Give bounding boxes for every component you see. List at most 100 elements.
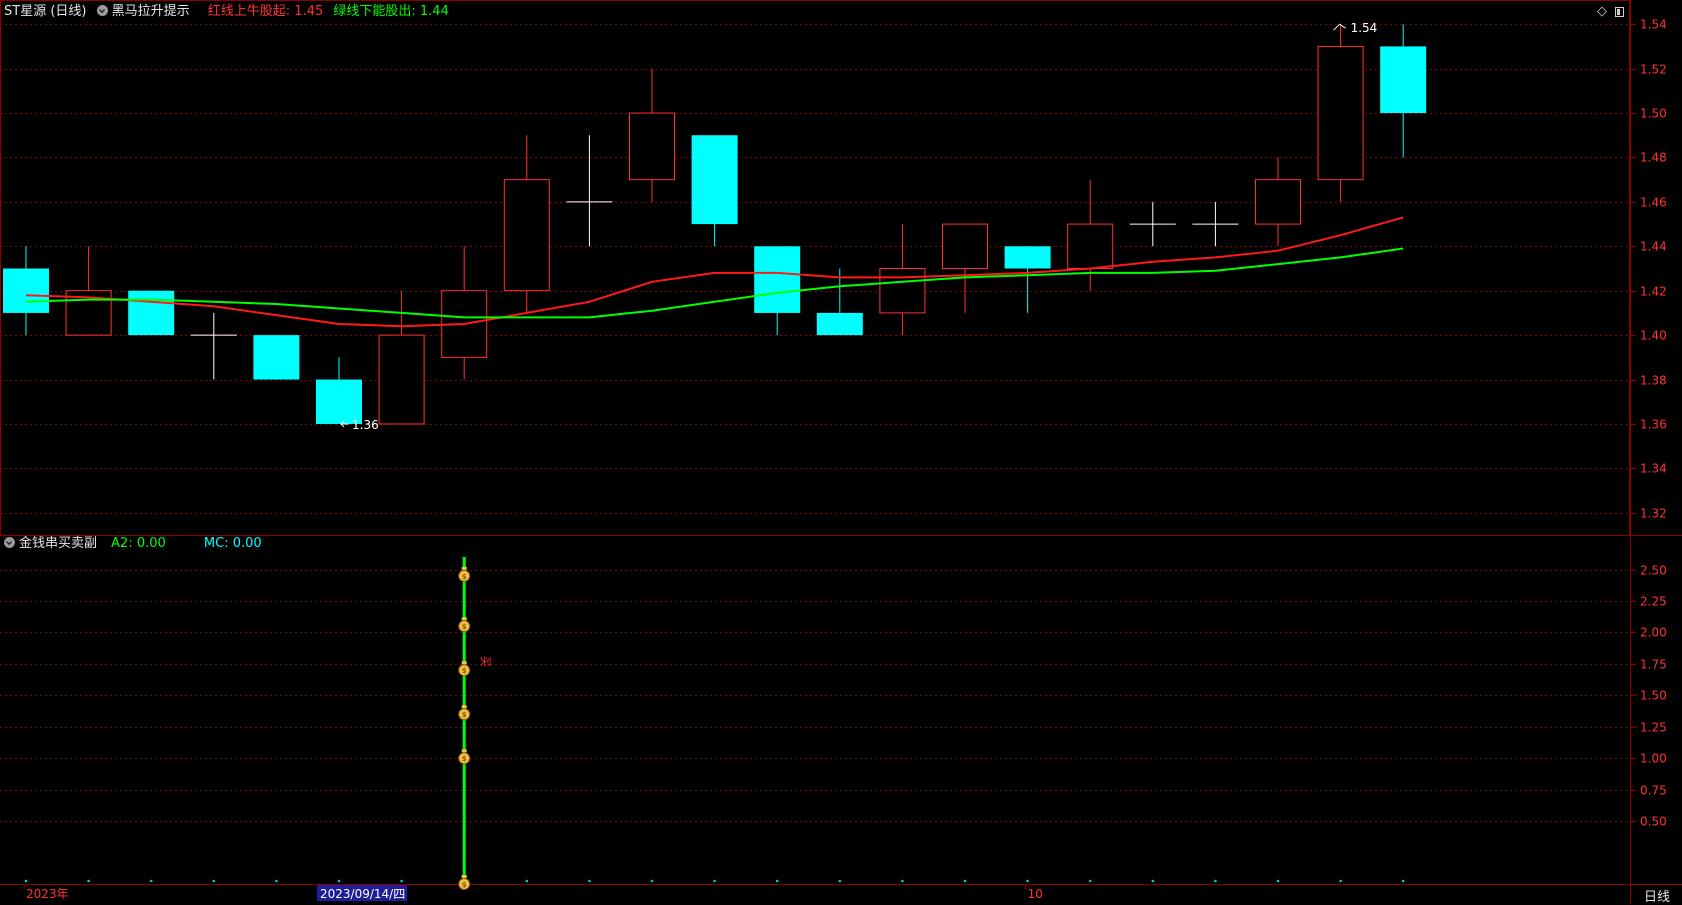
- sub-y-tick-label: 0.75: [1640, 784, 1667, 798]
- indicator-dropdown-icon[interactable]: [96, 5, 108, 16]
- money-bag-symbol: $: [462, 881, 467, 889]
- money-bag-icon: $: [458, 749, 471, 765]
- money-bag-symbol: $: [462, 573, 467, 581]
- money-bag-icon: $: [458, 875, 471, 890]
- y-tick-label: 1.52: [1640, 63, 1667, 77]
- candle-body: [1255, 179, 1301, 225]
- money-bag-icon: $: [458, 617, 471, 633]
- sub-indicator-dropdown-icon[interactable]: [4, 537, 15, 548]
- candles: [3, 24, 1427, 425]
- baseline-dot: [650, 879, 654, 883]
- y-tick-label: 1.48: [1640, 151, 1667, 165]
- y-tick-label: 1.54: [1640, 18, 1667, 32]
- money-bag-top: [461, 749, 467, 753]
- baseline-dot: [1276, 879, 1280, 883]
- money-bag-top: [461, 566, 467, 570]
- stock-chart[interactable]: 1.32 1.34 1.36 1.38 1.40 1.42 1.44 1.46 1.48 1.50…: [0, 0, 1682, 904]
- baseline-dot: [963, 879, 967, 883]
- sub-header: 金钱串买卖副 A2: 0.00 MC: 0.00: [4, 536, 262, 552]
- baseline-dot: [1214, 879, 1217, 883]
- money-bag-top: [461, 875, 467, 878]
- candle-body: [754, 246, 801, 313]
- y-tick-label: 1.38: [1640, 374, 1667, 388]
- baseline-dot: [1339, 879, 1342, 883]
- a2-label: A2: 0.00: [111, 536, 166, 551]
- baseline-dot: [713, 879, 716, 883]
- candle-body: [1380, 46, 1427, 114]
- sub-y-tick-label: 0.50: [1640, 815, 1667, 829]
- y-tick-label: 1.34: [1640, 462, 1667, 476]
- y-tick-label: 1.46: [1640, 196, 1667, 210]
- period-button[interactable]: 日线: [1644, 886, 1670, 905]
- green-line-label: 绿线下能股出: 1.44: [333, 4, 449, 19]
- y-tick-label: 1.32: [1640, 507, 1667, 521]
- sub-y-tick-label: 2.50: [1640, 564, 1667, 578]
- x-axis-label: 2023/09/14/四: [320, 887, 405, 901]
- baseline-dot: [1088, 879, 1092, 883]
- stock-label[interactable]: ST星源 (日线): [4, 4, 86, 19]
- price-annotations: 1.54 1.36: [340, 21, 1378, 432]
- diamond-icon[interactable]: ◇: [1597, 4, 1607, 19]
- sub-indicator-name[interactable]: 金钱串买卖副: [19, 536, 97, 551]
- mc-label: MC: 0.00: [203, 536, 262, 551]
- candle-body: [879, 268, 926, 314]
- sub-y-tick-label: 1.50: [1640, 689, 1667, 703]
- candle-body: [1004, 246, 1051, 269]
- y-tick-label: 1.42: [1640, 285, 1667, 299]
- baseline-dot: [1401, 879, 1405, 883]
- indicator-name[interactable]: 黑马拉升提示: [112, 4, 190, 19]
- y-tick-label: 1.36: [1640, 418, 1667, 432]
- baseline-dot: [275, 879, 278, 883]
- candle-body: [128, 290, 175, 336]
- candle-body: [378, 334, 425, 425]
- baseline-dot: [775, 879, 779, 883]
- x-axis: 2023年 2023/09/14/四 10: [23, 884, 1043, 901]
- money-bag-symbol: $: [462, 623, 467, 631]
- baseline-dot: [400, 879, 403, 883]
- candle-body: [816, 312, 863, 336]
- baseline-dot: [588, 879, 591, 883]
- money-bag-top: [461, 661, 467, 665]
- candle-body: [629, 112, 675, 181]
- window-toggle-bar: [1617, 9, 1620, 15]
- y-axis-sub: 0.50 0.75 1.00 1.25 1.50 1.75 2.00 2.25 2.50: [1630, 564, 1667, 829]
- high-label: 1.54: [1351, 21, 1378, 35]
- y-tick-label: 1.50: [1640, 107, 1667, 121]
- money-bag-symbol: $: [462, 711, 467, 719]
- candle-body: [942, 223, 988, 269]
- red-line-label: 红线上牛股起: 1.45: [207, 4, 324, 19]
- money-bag-top: [461, 617, 467, 621]
- sub-y-tick-label: 1.00: [1640, 752, 1667, 766]
- sub-y-tick-label: 1.75: [1640, 658, 1667, 672]
- sub-y-tick-label: 1.25: [1640, 721, 1667, 735]
- sub-y-tick-label: 2.00: [1640, 626, 1667, 640]
- sub-indicator: $ $ $ $ $ $ 买: [24, 557, 1405, 890]
- baseline-dot: [212, 879, 216, 883]
- y-tick-label: 1.40: [1640, 329, 1667, 343]
- y-axis-main: 1.32 1.34 1.36 1.38 1.40 1.42 1.44 1.46 1.48 1.50…: [1630, 18, 1667, 521]
- money-bag-icon: $: [458, 566, 471, 582]
- main-header: ST星源 (日线) 黑马拉升提示 红线上牛股起: 1.45 绿线下能股出: 1.…: [4, 4, 449, 20]
- money-bag-symbol: $: [462, 667, 467, 675]
- baseline-dot: [1026, 879, 1029, 883]
- candle-body: [1067, 223, 1114, 269]
- baseline-dot: [149, 879, 153, 883]
- baseline-dot: [901, 879, 904, 883]
- money-bag-icon: $: [458, 705, 471, 721]
- window-toggle-icon[interactable]: [1615, 7, 1624, 17]
- grid: [0, 24, 1630, 822]
- money-bag-symbol: $: [462, 755, 467, 763]
- high-pointer: [1333, 23, 1346, 31]
- money-bag-icon: $: [458, 661, 471, 677]
- x-axis-label: 10: [1028, 887, 1043, 901]
- baseline-dot: [525, 879, 529, 883]
- candle-body: [3, 268, 49, 313]
- baseline-dot: [24, 879, 28, 883]
- candle-body: [691, 135, 738, 225]
- candle-body: [1317, 45, 1364, 181]
- low-label: 1.36: [352, 418, 379, 432]
- buy-signal-label: 买: [479, 656, 492, 667]
- baseline-dot: [838, 879, 842, 883]
- sub-y-tick-label: 2.25: [1640, 595, 1667, 609]
- candle-body: [253, 335, 300, 380]
